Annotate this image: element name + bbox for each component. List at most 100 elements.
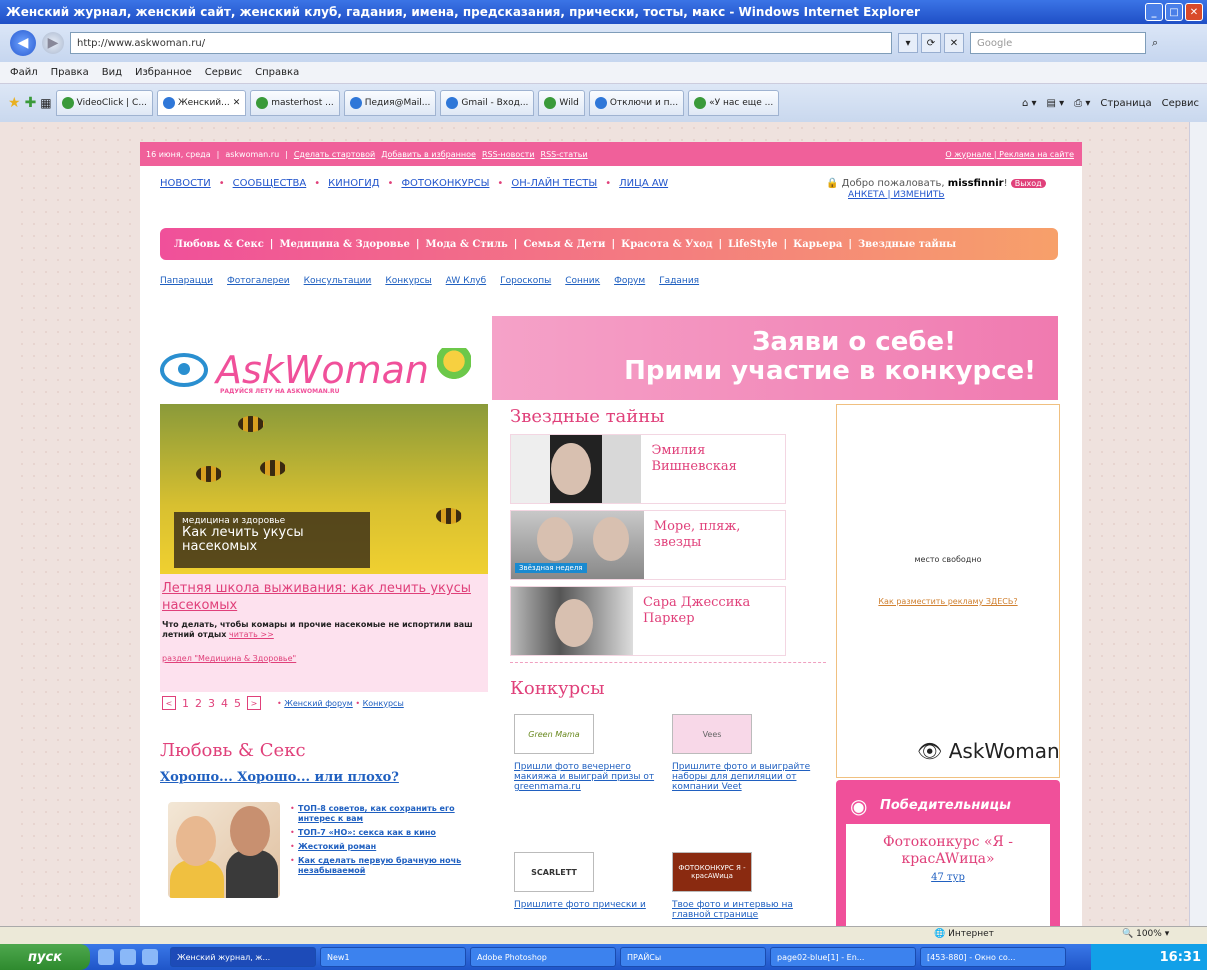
sub-dreambook[interactable]: Сонник (565, 276, 600, 286)
home-icon[interactable]: ⌂ ▾ (1022, 98, 1037, 109)
contest-item[interactable]: Vees Пришлите фото и выиграйте наборы дл… (672, 714, 822, 792)
tab-videoclick[interactable]: VideoClick | C... (55, 90, 153, 116)
zoom-level[interactable]: 🔍 100% ▾ (1122, 929, 1169, 939)
menu-file[interactable]: Файл (10, 67, 38, 78)
favorites-star-icon[interactable]: ★ (8, 95, 21, 111)
add-favorites-link[interactable]: Добавить в избранное (381, 150, 476, 159)
cat-beauty[interactable]: Красота & Уход (621, 239, 712, 250)
ad-info-link[interactable]: Как разместить рекламу ЗДЕСЬ? (878, 597, 1017, 606)
tools-menu[interactable]: Сервис (1162, 98, 1199, 109)
logout-button[interactable]: Выход (1010, 179, 1046, 188)
menu-favorites[interactable]: Избранное (135, 67, 192, 78)
nav-communities[interactable]: СООБЩЕСТВА (233, 178, 307, 189)
love-link[interactable]: Как сделать первую брачную ночь незабыва… (298, 856, 461, 875)
love-question-link[interactable]: Хорошо... Хорошо... или плохо? (160, 770, 399, 785)
menu-help[interactable]: Справка (255, 67, 299, 78)
pager-next[interactable]: > (247, 696, 261, 710)
section-link[interactable]: раздел "Медицина & Здоровье" (162, 654, 486, 663)
love-link[interactable]: Жестокий роман (298, 842, 376, 851)
sub-horoscopes[interactable]: Гороскопы (500, 276, 551, 286)
profile-links[interactable]: АНКЕТА | ИЗМЕНИТЬ (848, 190, 945, 200)
winners-round-link[interactable]: 47 тур (846, 872, 1050, 883)
contest-item[interactable]: Green Mama Пришли фото вечернего макияжа… (514, 714, 664, 792)
tab-wild[interactable]: Wild (538, 90, 585, 116)
forum-link[interactable]: Женский форум (284, 699, 353, 708)
task-chat[interactable]: [453-880] - Окно со... (920, 947, 1066, 967)
pager-page[interactable]: 3 (208, 697, 215, 710)
sub-contests[interactable]: Конкурсы (385, 276, 431, 286)
feature-image[interactable]: медицина и здоровье Как лечить укусы нас… (160, 404, 488, 574)
print-icon[interactable]: ⎙ ▾ (1074, 98, 1090, 109)
contest-link[interactable]: Пришлите фото прически и (514, 900, 646, 910)
couple-image[interactable] (168, 802, 280, 898)
menu-tools[interactable]: Сервис (205, 67, 242, 78)
cat-love[interactable]: Любовь & Секс (174, 239, 264, 250)
read-more-link[interactable]: читать >> (229, 630, 274, 639)
quicklaunch-icon[interactable] (120, 949, 136, 965)
tab-askwoman[interactable]: Женский... ✕ (156, 90, 247, 116)
contest-link[interactable]: Пришли фото вечернего макияжа и выиграй … (514, 762, 654, 792)
tab-gmail[interactable]: Gmail - Вход... (440, 90, 535, 116)
pager-page[interactable]: 1 (182, 697, 189, 710)
pager-page[interactable]: 5 (234, 697, 241, 710)
site-logo[interactable]: AskWoman РАДУЙСЯ ЛЕТУ НА ASKWOMAN.RU (160, 332, 490, 408)
contest-item[interactable]: SCARLETT Пришлите фото прически и (514, 852, 664, 910)
rss-articles-link[interactable]: RSS-статьи (541, 150, 588, 159)
refresh-icon[interactable]: ⟳ (921, 33, 941, 53)
quicklaunch-icon[interactable] (142, 949, 158, 965)
address-bar[interactable]: http://www.askwoman.ru/ (70, 32, 892, 54)
minimize-button[interactable]: _ (1145, 3, 1163, 21)
pager-page[interactable]: 2 (195, 697, 202, 710)
task-page02[interactable]: page02-blue[1] - En... (770, 947, 916, 967)
task-new1[interactable]: New1 (320, 947, 466, 967)
dropdown-icon[interactable]: ▾ (898, 33, 918, 53)
task-photoshop[interactable]: Adobe Photoshop (470, 947, 616, 967)
menu-edit[interactable]: Правка (51, 67, 89, 78)
rss-news-link[interactable]: RSS-новости (482, 150, 535, 159)
sub-forum[interactable]: Форум (614, 276, 645, 286)
contests-link[interactable]: Конкурсы (363, 699, 404, 708)
feeds-icon[interactable]: ▤ ▾ (1047, 98, 1065, 109)
contest-link[interactable]: Пришлите фото и выиграйте наборы для деп… (672, 762, 810, 792)
pager-prev[interactable]: < (162, 696, 176, 710)
maximize-button[interactable]: □ (1165, 3, 1183, 21)
nav-news[interactable]: НОВОСТИ (160, 178, 211, 189)
love-link[interactable]: ТОП-8 советов, как сохранить его интерес… (298, 804, 455, 823)
task-prices[interactable]: ПРАЙСы (620, 947, 766, 967)
forward-button[interactable]: ▶ (42, 32, 64, 54)
star-item[interactable]: Сара Джессика Паркер (510, 586, 786, 656)
nav-photocontests[interactable]: ФОТОКОНКУРСЫ (401, 178, 489, 189)
pager-page[interactable]: 4 (221, 697, 228, 710)
start-button[interactable]: пуск (0, 944, 90, 970)
nav-kinogid[interactable]: КИНОГИД (328, 178, 379, 189)
add-favorites-icon[interactable]: ✚ (25, 95, 37, 111)
tab-otkluchi[interactable]: Отключи и п... (588, 90, 685, 116)
tab-mail[interactable]: Педия@Mail... (343, 90, 437, 116)
cat-fashion[interactable]: Мода & Стиль (426, 239, 508, 250)
cat-medicine[interactable]: Медицина & Здоровье (279, 239, 409, 250)
star-item[interactable]: Звёздная неделя Море, пляж, звезды (510, 510, 786, 580)
sub-photogalleries[interactable]: Фотогалереи (227, 276, 290, 286)
star-item[interactable]: Эмилия Вишневская (510, 434, 786, 504)
nav-online-tests[interactable]: ОН-ЛАЙН ТЕСТЫ (511, 178, 597, 189)
sub-paparazzi[interactable]: Папарацци (160, 276, 213, 286)
quick-tabs-icon[interactable]: ▦ (40, 96, 51, 110)
sub-aw-club[interactable]: AW Клуб (446, 276, 486, 286)
stop-icon[interactable]: ✕ (944, 33, 964, 53)
nav-faces[interactable]: ЛИЦА AW (619, 178, 668, 189)
close-button[interactable]: ✕ (1185, 3, 1203, 21)
make-homepage-link[interactable]: Сделать стартовой (294, 150, 375, 159)
back-button[interactable]: ◀ (10, 30, 36, 56)
menu-view[interactable]: Вид (102, 67, 122, 78)
search-input[interactable]: Google (970, 32, 1146, 54)
about-ads-links[interactable]: О журнале | Реклама на сайте (945, 150, 1082, 159)
tab-masterhost[interactable]: masterhost ... (250, 90, 340, 116)
feature-headline[interactable]: Летняя школа выживания: как лечить укусы… (162, 580, 486, 614)
contest-item[interactable]: ФОТОКОНКУРС Я - красAWица Твое фото и ин… (672, 852, 822, 920)
tab-u-nas[interactable]: «У нас еще ... (688, 90, 780, 116)
quicklaunch-icon[interactable] (98, 949, 114, 965)
page-menu[interactable]: Страница (1100, 98, 1151, 109)
search-icon[interactable]: ⌕ (1152, 36, 1158, 50)
love-link[interactable]: ТОП-7 «НО»: секса как в кино (298, 828, 436, 837)
cat-lifestyle[interactable]: LifeStyle (728, 239, 777, 250)
